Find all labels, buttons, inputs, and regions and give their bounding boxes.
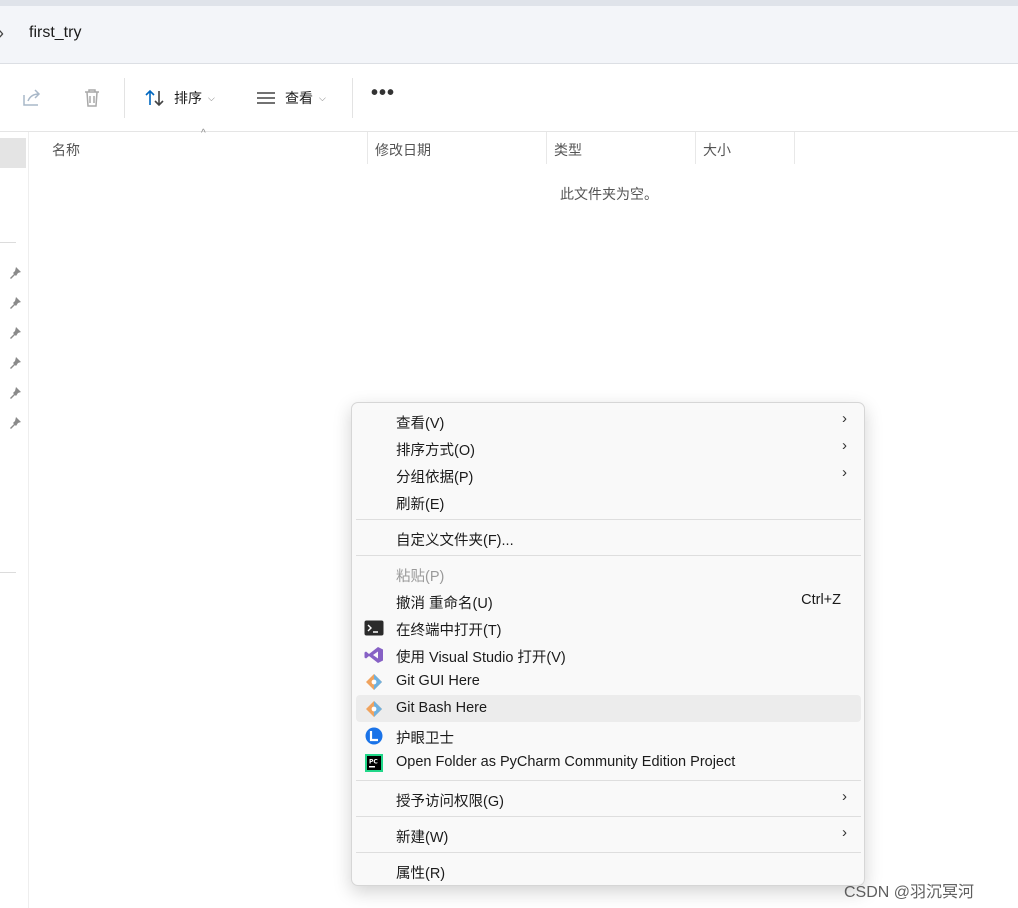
column-divider[interactable] [546,132,547,164]
git-icon [366,701,382,717]
pin-icon[interactable] [8,296,22,310]
nav-divider [0,572,16,573]
column-size[interactable]: 大小 [703,132,731,164]
menu-item-give-access[interactable]: 授予访问权限(G) › [356,785,861,812]
terminal-icon [364,620,384,636]
pin-icon[interactable] [8,356,22,370]
menu-item-label: 授予访问权限(G) [396,794,504,810]
menu-item-label: 刷新(E) [396,497,445,513]
sort-ascending-icon: ^ [201,128,206,139]
menu-item-label: Open Folder as PyCharm Community Edition… [396,754,736,770]
menu-separator [356,816,861,817]
empty-folder-message: 此文件夹为空。 [560,186,658,202]
menu-item-label: 属性(R) [396,866,446,882]
chevron-right-icon: › [842,410,847,427]
menu-item-open-as-pycharm-project[interactable]: PC Open Folder as PyCharm Community Edit… [356,749,861,776]
menu-item-label: Git GUI Here [396,673,480,689]
chevron-right-icon: › [842,464,847,481]
address-bar[interactable]: › first_try [0,6,1018,64]
trash-icon[interactable] [80,86,104,110]
column-date-modified[interactable]: 修改日期 [375,132,431,164]
menu-item-new[interactable]: 新建(W) › [356,821,861,848]
sort-arrows-icon [145,89,164,107]
menu-item-label: 排序方式(O) [396,443,475,459]
menu-item-eye-guard[interactable]: 护眼卫士 [356,722,861,749]
menu-separator [356,519,861,520]
chevron-down-icon: ⌵ [208,92,215,103]
nav-divider [0,242,16,243]
command-bar: 排序 ⌵ 查看 ⌵ ••• [0,64,1018,132]
menu-item-shortcut: Ctrl+Z [801,592,841,608]
menu-item-label: 自定义文件夹(F)... [396,533,514,549]
column-divider[interactable] [794,132,795,164]
column-divider[interactable] [695,132,696,164]
toolbar-divider [124,78,125,118]
column-name[interactable]: 名称 [52,132,80,164]
nav-selected-item[interactable] [0,138,26,168]
context-menu: 查看(V) › 排序方式(O) › 分组依据(P) › 刷新(E) 自定义文件夹… [351,402,865,886]
menu-separator [356,780,861,781]
pycharm-icon: PC [365,754,383,772]
breadcrumb-folder[interactable]: first_try [29,24,81,42]
column-divider[interactable] [367,132,368,164]
chevron-right-icon: › [842,437,847,454]
navigation-pane [0,132,29,908]
menu-item-label: 粘贴(P) [396,569,445,585]
menu-item-git-bash-here[interactable]: Git Bash Here [356,695,861,722]
chevron-right-icon: › [842,824,847,841]
column-header-row: ^ 名称 修改日期 类型 大小 [29,128,1018,164]
menu-item-properties[interactable]: 属性(R) [356,857,861,884]
view-label: 查看 [285,90,313,106]
menu-item-label: 在终端中打开(T) [396,623,502,639]
eye-guard-icon [365,727,383,745]
view-button[interactable]: 查看 ⌵ [255,85,326,111]
pin-icon[interactable] [8,386,22,400]
toolbar-divider [352,78,353,118]
more-options-button[interactable]: ••• [371,82,395,105]
breadcrumb-chevron-icon[interactable]: › [0,23,4,44]
sort-label: 排序 [174,90,202,106]
menu-item-label: 使用 Visual Studio 打开(V) [396,650,566,666]
svg-text:PC: PC [369,759,378,766]
menu-item-refresh[interactable]: 刷新(E) [356,488,861,515]
chevron-down-icon: ⌵ [319,92,326,103]
list-view-icon [257,92,275,104]
menu-item-git-gui-here[interactable]: Git GUI Here [356,668,861,695]
menu-item-customize-folder[interactable]: 自定义文件夹(F)... [356,524,861,551]
menu-item-open-with-visual-studio[interactable]: 使用 Visual Studio 打开(V) [356,641,861,668]
menu-item-label: 查看(V) [396,416,445,432]
visual-studio-icon [364,647,383,663]
menu-item-label: Git Bash Here [396,700,488,716]
menu-item-undo-rename[interactable]: 撤消 重命名(U) Ctrl+Z [356,587,861,614]
pin-icon[interactable] [8,326,22,340]
menu-item-label: 撤消 重命名(U) [396,596,493,612]
sort-button[interactable]: 排序 ⌵ [144,85,215,111]
menu-item-group-by[interactable]: 分组依据(P) › [356,461,861,488]
menu-item-view[interactable]: 查看(V) › [356,407,861,434]
menu-item-label: 新建(W) [396,830,449,846]
menu-item-sort-by[interactable]: 排序方式(O) › [356,434,861,461]
pin-icon[interactable] [8,266,22,280]
menu-item-paste: 粘贴(P) [356,560,861,587]
share-icon[interactable] [20,86,44,110]
git-icon [366,674,382,690]
menu-separator [356,555,861,556]
menu-item-open-in-terminal[interactable]: 在终端中打开(T) [356,614,861,641]
pin-icon[interactable] [8,416,22,430]
menu-item-label: 分组依据(P) [396,470,474,486]
chevron-right-icon: › [842,788,847,805]
column-type[interactable]: 类型 [554,132,582,164]
menu-separator [356,852,861,853]
watermark: CSDN @羽沉冥河 [844,884,975,901]
menu-item-label: 护眼卫士 [396,731,454,747]
